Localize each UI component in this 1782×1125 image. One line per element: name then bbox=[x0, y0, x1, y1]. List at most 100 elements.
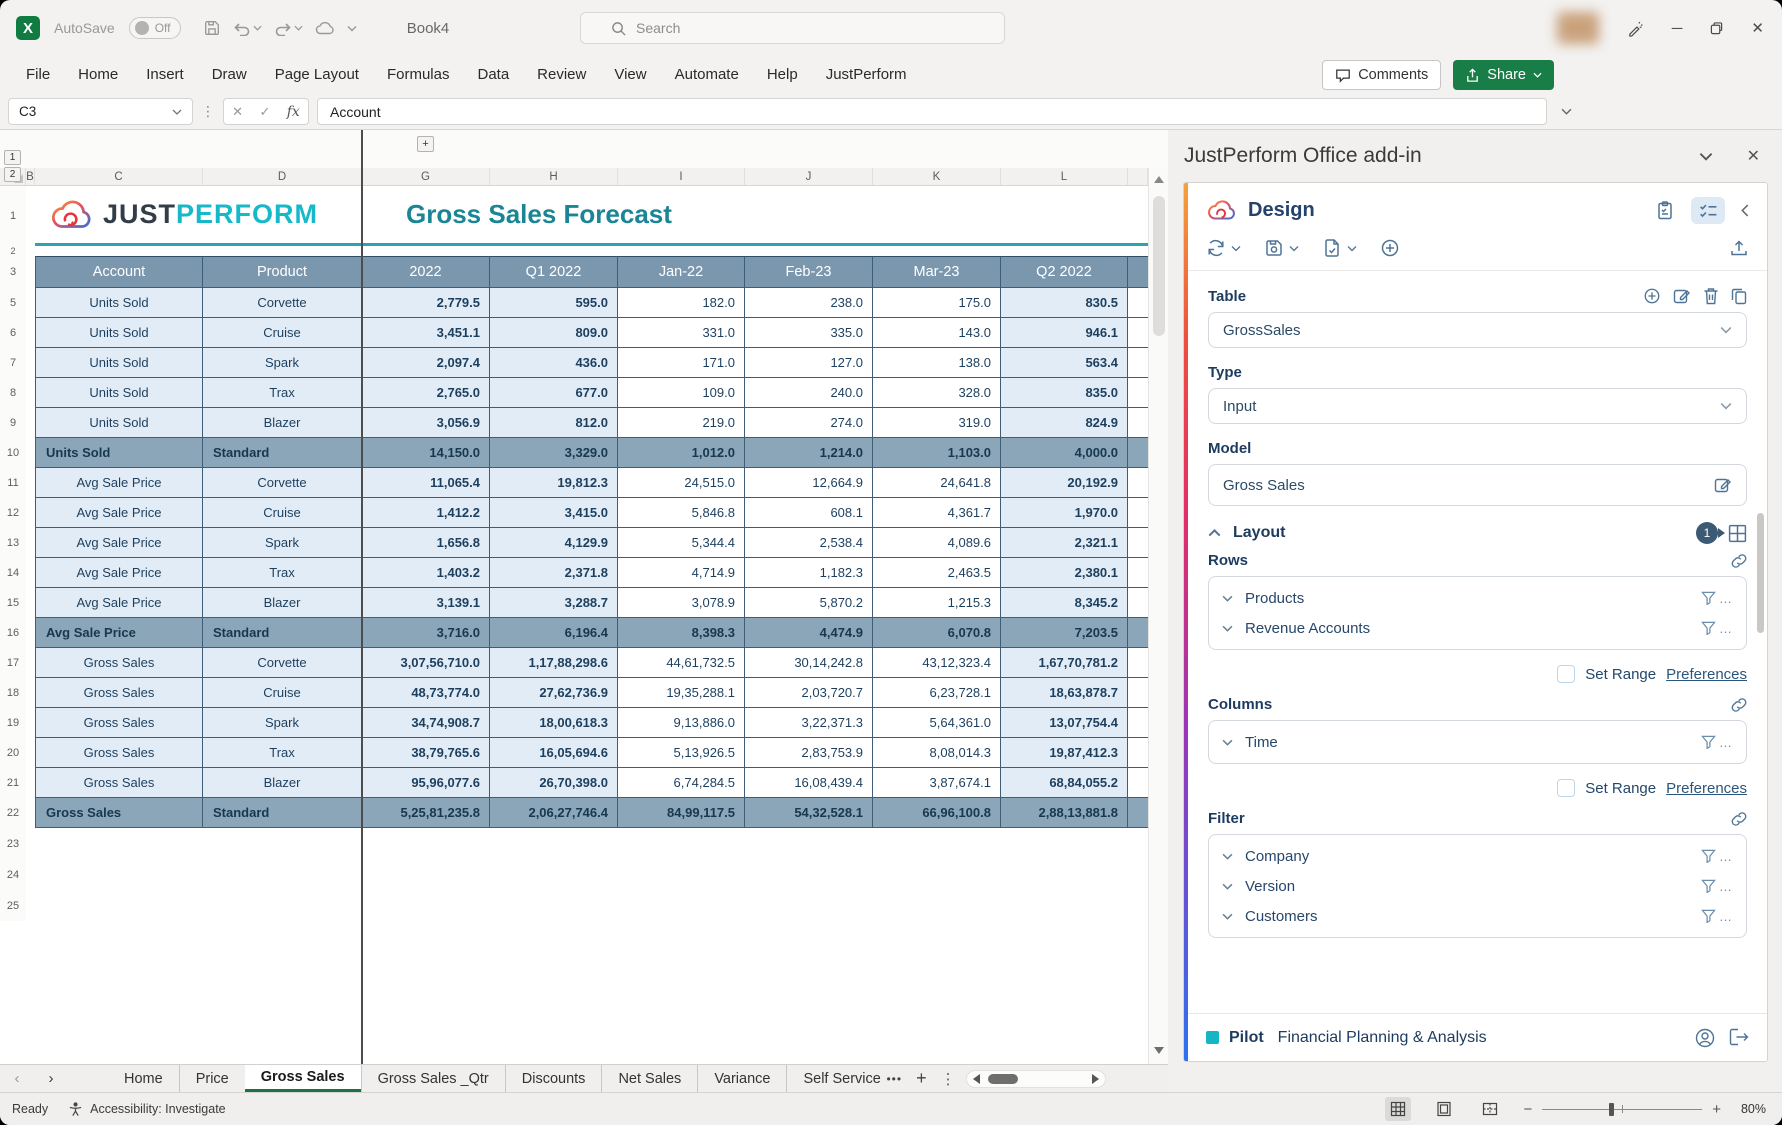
value-cell[interactable]: 3,078.9 bbox=[618, 588, 745, 618]
product-cell[interactable]: Blazer bbox=[203, 408, 362, 438]
account-cell[interactable]: Units Sold bbox=[35, 438, 203, 468]
value-cell[interactable]: 238.0 bbox=[745, 288, 873, 318]
ribbon-tab-file[interactable]: File bbox=[12, 56, 64, 94]
value-cell[interactable]: 1,412.2 bbox=[362, 498, 490, 528]
account-cell[interactable]: Units Sold bbox=[35, 318, 203, 348]
header-q2-2022[interactable]: Q2 2022 bbox=[1001, 256, 1128, 288]
value-cell[interactable]: 3,716.0 bbox=[362, 618, 490, 648]
value-cell[interactable]: 109.0 bbox=[618, 378, 745, 408]
more-options-icon[interactable]: … bbox=[1719, 735, 1733, 750]
account-cell[interactable]: Gross Sales bbox=[35, 738, 203, 768]
value-cell[interactable]: 19,812.3 bbox=[490, 468, 618, 498]
qat-more-button[interactable] bbox=[347, 25, 357, 32]
undo-button[interactable] bbox=[233, 21, 262, 36]
sign-out-icon[interactable] bbox=[1729, 1028, 1749, 1048]
account-cell[interactable]: Avg Sale Price bbox=[35, 528, 203, 558]
value-cell[interactable]: 16,08,439.4 bbox=[745, 768, 873, 798]
value-cell[interactable]: 2,538.4 bbox=[745, 528, 873, 558]
row-header[interactable]: 12 bbox=[0, 498, 26, 528]
value-cell[interactable]: 171.0 bbox=[618, 348, 745, 378]
value-cell[interactable]: 335.0 bbox=[745, 318, 873, 348]
header-account[interactable]: Account bbox=[35, 256, 203, 288]
name-box[interactable]: C3 bbox=[8, 98, 193, 125]
outline-level-1-button[interactable]: 1 bbox=[4, 150, 21, 165]
header-jan-22[interactable]: Jan-22 bbox=[618, 256, 745, 288]
product-cell[interactable]: Trax bbox=[203, 558, 362, 588]
row-header[interactable]: 9 bbox=[0, 408, 26, 438]
value-cell[interactable]: 2,097.4 bbox=[362, 348, 490, 378]
type-select[interactable]: Input bbox=[1208, 388, 1747, 424]
horizontal-scrollbar[interactable] bbox=[966, 1070, 1106, 1088]
value-cell[interactable]: 274.0 bbox=[745, 408, 873, 438]
value-cell[interactable]: 2,463.5 bbox=[873, 558, 1001, 588]
link-icon[interactable] bbox=[1731, 811, 1747, 827]
filter-dimension-customers[interactable]: Customers … bbox=[1209, 901, 1746, 931]
sheet-nav-next-icon[interactable]: › bbox=[34, 1065, 68, 1092]
value-cell[interactable]: 3,415.0 bbox=[490, 498, 618, 528]
row-header[interactable]: 1 bbox=[0, 186, 26, 246]
restore-button[interactable] bbox=[1710, 22, 1723, 35]
row-header[interactable]: 8 bbox=[0, 378, 26, 408]
header-2022[interactable]: 2022 bbox=[362, 256, 490, 288]
ribbon-tab-data[interactable]: Data bbox=[463, 56, 523, 94]
value-cell[interactable]: 4,474.9 bbox=[745, 618, 873, 648]
sheet-tab-discounts[interactable]: Discounts bbox=[505, 1065, 602, 1092]
value-cell[interactable]: 66,96,100.8 bbox=[873, 798, 1001, 828]
column-header-l[interactable]: L bbox=[1001, 168, 1128, 185]
value-cell[interactable]: 19,87,412.3 bbox=[1001, 738, 1128, 768]
value-cell[interactable]: 2,83,753.9 bbox=[745, 738, 873, 768]
scroll-left-icon[interactable] bbox=[973, 1074, 980, 1084]
account-cell[interactable]: Units Sold bbox=[35, 408, 203, 438]
value-cell[interactable]: 3,22,371.3 bbox=[745, 708, 873, 738]
value-cell[interactable]: 8,345.2 bbox=[1001, 588, 1128, 618]
account-cell[interactable]: Gross Sales bbox=[35, 678, 203, 708]
horizontal-scrollbar-thumb[interactable] bbox=[988, 1074, 1018, 1084]
chevron-down-icon[interactable] bbox=[1289, 245, 1299, 252]
value-cell[interactable]: 240.0 bbox=[745, 378, 873, 408]
row-header[interactable]: 7 bbox=[0, 348, 26, 378]
formula-bar-kebab-icon[interactable]: ⋮ bbox=[201, 103, 215, 120]
document-title[interactable]: Book4 bbox=[407, 20, 450, 37]
value-cell[interactable]: 3,07,56,710.0 bbox=[362, 648, 490, 678]
outline-level-2-button[interactable]: 2 bbox=[4, 167, 21, 182]
link-icon[interactable] bbox=[1731, 553, 1747, 569]
row-dimension-products[interactable]: Products … bbox=[1209, 583, 1746, 613]
value-cell[interactable]: 12,664.9 bbox=[745, 468, 873, 498]
close-button[interactable]: ✕ bbox=[1751, 19, 1764, 37]
column-header-j[interactable]: J bbox=[745, 168, 873, 185]
model-field[interactable]: Gross Sales bbox=[1208, 464, 1747, 506]
row-header[interactable]: 17 bbox=[0, 648, 26, 678]
filter-dimension-version[interactable]: Version … bbox=[1209, 871, 1746, 901]
value-cell[interactable]: 830.5 bbox=[1001, 288, 1128, 318]
ribbon-tab-draw[interactable]: Draw bbox=[198, 56, 261, 94]
value-cell[interactable]: 328.0 bbox=[873, 378, 1001, 408]
value-cell[interactable]: 127.0 bbox=[745, 348, 873, 378]
value-cell[interactable]: 18,00,618.3 bbox=[490, 708, 618, 738]
account-cell[interactable]: Gross Sales bbox=[35, 798, 203, 828]
sheet-tab-variance[interactable]: Variance bbox=[697, 1065, 786, 1092]
add-sheet-button[interactable]: + bbox=[916, 1068, 927, 1089]
column-header-i[interactable]: I bbox=[618, 168, 745, 185]
value-cell[interactable]: 812.0 bbox=[490, 408, 618, 438]
insert-function-icon[interactable]: fx bbox=[287, 104, 300, 120]
formula-bar-expand-icon[interactable] bbox=[1561, 108, 1572, 115]
product-cell[interactable]: Blazer bbox=[203, 588, 362, 618]
zoom-level[interactable]: 80% bbox=[1741, 1102, 1766, 1116]
cancel-icon[interactable]: ✕ bbox=[232, 104, 243, 120]
sheet-tab-self-service[interactable]: Self Service bbox=[786, 1065, 882, 1092]
column-header-g[interactable]: G bbox=[362, 168, 490, 185]
filter-funnel-icon[interactable] bbox=[1701, 909, 1716, 923]
preferences-link[interactable]: Preferences bbox=[1666, 780, 1747, 797]
collapse-pane-chevron-icon[interactable] bbox=[1741, 204, 1749, 217]
value-cell[interactable]: 824.9 bbox=[1001, 408, 1128, 438]
value-cell[interactable]: 20,192.9 bbox=[1001, 468, 1128, 498]
product-cell[interactable]: Corvette bbox=[203, 468, 362, 498]
header-product[interactable]: Product bbox=[203, 256, 362, 288]
save-button[interactable] bbox=[203, 19, 221, 37]
value-cell[interactable]: 6,74,284.5 bbox=[618, 768, 745, 798]
clipboard-icon[interactable] bbox=[1655, 200, 1675, 221]
edit-model-icon[interactable] bbox=[1714, 476, 1732, 494]
value-cell[interactable]: 2,779.5 bbox=[362, 288, 490, 318]
filter-funnel-icon[interactable] bbox=[1701, 621, 1716, 635]
product-cell[interactable]: Spark bbox=[203, 708, 362, 738]
